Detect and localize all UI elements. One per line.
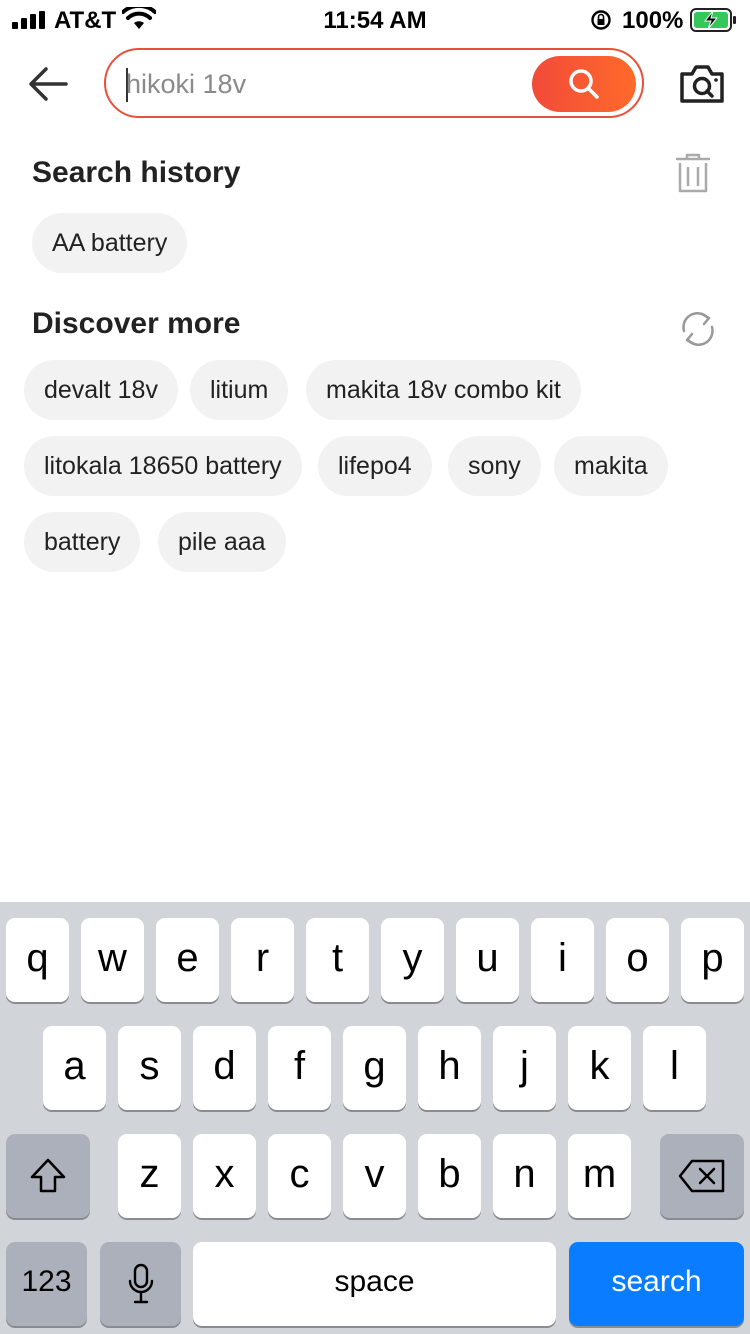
discover-chip[interactable]: lifepo4: [318, 436, 432, 496]
key-a[interactable]: a: [43, 1026, 106, 1110]
key-n[interactable]: n: [493, 1134, 556, 1218]
discover-chip[interactable]: battery: [24, 512, 141, 572]
status-bar: AT&T 11:54 AM 100%: [0, 0, 750, 40]
search-icon: [569, 69, 599, 99]
key-o[interactable]: o: [606, 918, 669, 1002]
key-y[interactable]: y: [381, 918, 444, 1002]
history-chip[interactable]: AA battery: [32, 213, 188, 273]
discover-chip[interactable]: litokala 18650 battery: [24, 436, 302, 496]
key-x[interactable]: x: [193, 1134, 256, 1218]
discover-chip[interactable]: sony: [448, 436, 541, 496]
rotation-lock-icon: [591, 10, 611, 30]
search-key[interactable]: search: [569, 1242, 744, 1326]
battery-charging-icon: [690, 8, 736, 32]
discover-chip[interactable]: makita: [554, 436, 668, 496]
discover-chip[interactable]: pile aaa: [158, 512, 286, 572]
key-m[interactable]: m: [568, 1134, 631, 1218]
on-screen-keyboard: q w e r t y u i o p a s d f g h j k l z …: [0, 902, 750, 1334]
microphone-icon: [128, 1263, 153, 1304]
search-button[interactable]: [532, 56, 636, 112]
key-g[interactable]: g: [343, 1026, 406, 1110]
key-e[interactable]: e: [156, 918, 219, 1002]
discover-chip[interactable]: makita 18v combo kit: [306, 360, 581, 420]
key-s[interactable]: s: [118, 1026, 181, 1110]
search-bar[interactable]: [104, 48, 644, 118]
key-r[interactable]: r: [231, 918, 294, 1002]
shift-icon: [30, 1158, 66, 1193]
discover-chip[interactable]: devalt 18v: [24, 360, 178, 420]
dictation-key[interactable]: [100, 1242, 181, 1326]
key-w[interactable]: w: [81, 918, 144, 1002]
search-history-title: Search history: [32, 156, 241, 189]
key-q[interactable]: q: [6, 918, 69, 1002]
search-input[interactable]: [126, 64, 526, 104]
back-arrow-icon[interactable]: [26, 62, 70, 106]
space-key[interactable]: space: [193, 1242, 556, 1326]
battery-percent: 100%: [622, 7, 684, 34]
trash-icon[interactable]: [674, 152, 712, 194]
discover-more-title: Discover more: [32, 307, 241, 340]
key-k[interactable]: k: [568, 1026, 631, 1110]
camera-icon[interactable]: [678, 64, 726, 104]
key-t[interactable]: t: [306, 918, 369, 1002]
key-i[interactable]: i: [531, 918, 594, 1002]
key-v[interactable]: v: [343, 1134, 406, 1218]
key-c[interactable]: c: [268, 1134, 331, 1218]
numbers-key[interactable]: 123: [6, 1242, 87, 1326]
backspace-icon: [678, 1159, 725, 1193]
key-j[interactable]: j: [493, 1026, 556, 1110]
discover-chip[interactable]: litium: [190, 360, 289, 420]
key-h[interactable]: h: [418, 1026, 481, 1110]
key-z[interactable]: z: [118, 1134, 181, 1218]
key-l[interactable]: l: [643, 1026, 706, 1110]
refresh-icon[interactable]: [678, 309, 718, 349]
key-p[interactable]: p: [681, 918, 744, 1002]
backspace-key[interactable]: [660, 1134, 744, 1218]
key-u[interactable]: u: [456, 918, 519, 1002]
key-d[interactable]: d: [193, 1026, 256, 1110]
shift-key[interactable]: [6, 1134, 90, 1218]
key-b[interactable]: b: [418, 1134, 481, 1218]
key-f[interactable]: f: [268, 1026, 331, 1110]
